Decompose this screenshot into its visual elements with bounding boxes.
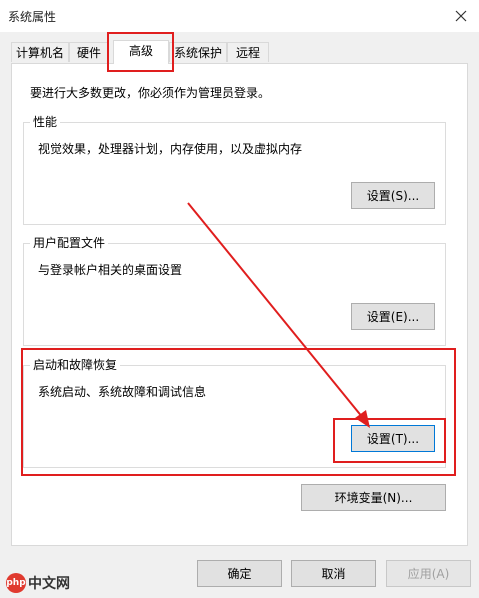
tab-label: 系统保护 [173, 46, 222, 60]
user-profile-description: 与登录帐户相关的桌面设置 [38, 263, 183, 277]
performance-settings-button[interactable]: 设置(S)... [351, 182, 435, 209]
admin-hint: 要进行大多数更改，你必须作为管理员登录。 [30, 86, 271, 100]
user-profile-settings-button[interactable]: 设置(E)... [351, 303, 435, 330]
performance-group: 性能 视觉效果，处理器计划，内存使用，以及虚拟内存 [23, 115, 446, 225]
tab-label: 高级 [128, 44, 153, 58]
tab-advanced[interactable]: 高级 [113, 40, 169, 64]
cancel-button[interactable]: 取消 [291, 560, 376, 587]
startup-recovery-group: 启动和故障恢复 系统启动、系统故障和调试信息 [23, 358, 446, 468]
user-profile-group: 用户配置文件 与登录帐户相关的桌面设置 [23, 236, 446, 346]
tab-label: 计算机名 [15, 46, 64, 60]
php-logo-icon: php [6, 573, 26, 593]
startup-recovery-group-title: 启动和故障恢复 [30, 358, 121, 372]
tab-computer-name[interactable]: 计算机名 [11, 42, 69, 62]
startup-recovery-settings-button[interactable]: 设置(T)... [351, 425, 435, 452]
tab-remote[interactable]: 远程 [227, 42, 269, 62]
logo-text: 中文网 [28, 576, 70, 592]
close-button[interactable] [449, 4, 473, 28]
window-title: 系统属性 [8, 10, 57, 24]
tab-hardware[interactable]: 硬件 [69, 42, 109, 62]
title-bar: 系统属性 [0, 0, 479, 32]
php-cn-logo: php 中文网 [6, 573, 70, 593]
performance-description: 视觉效果，处理器计划，内存使用，以及虚拟内存 [38, 142, 303, 156]
ok-button[interactable]: 确定 [197, 560, 282, 587]
tab-label: 硬件 [76, 46, 101, 60]
apply-button[interactable]: 应用(A) [386, 560, 471, 587]
startup-recovery-description: 系统启动、系统故障和调试信息 [38, 385, 207, 399]
environment-variables-button[interactable]: 环境变量(N)... [301, 484, 446, 511]
tab-system-protection[interactable]: 系统保护 [169, 42, 227, 62]
performance-group-title: 性能 [30, 115, 61, 129]
user-profile-group-title: 用户配置文件 [30, 236, 109, 250]
tab-label: 远程 [235, 46, 260, 60]
close-icon [455, 10, 467, 22]
